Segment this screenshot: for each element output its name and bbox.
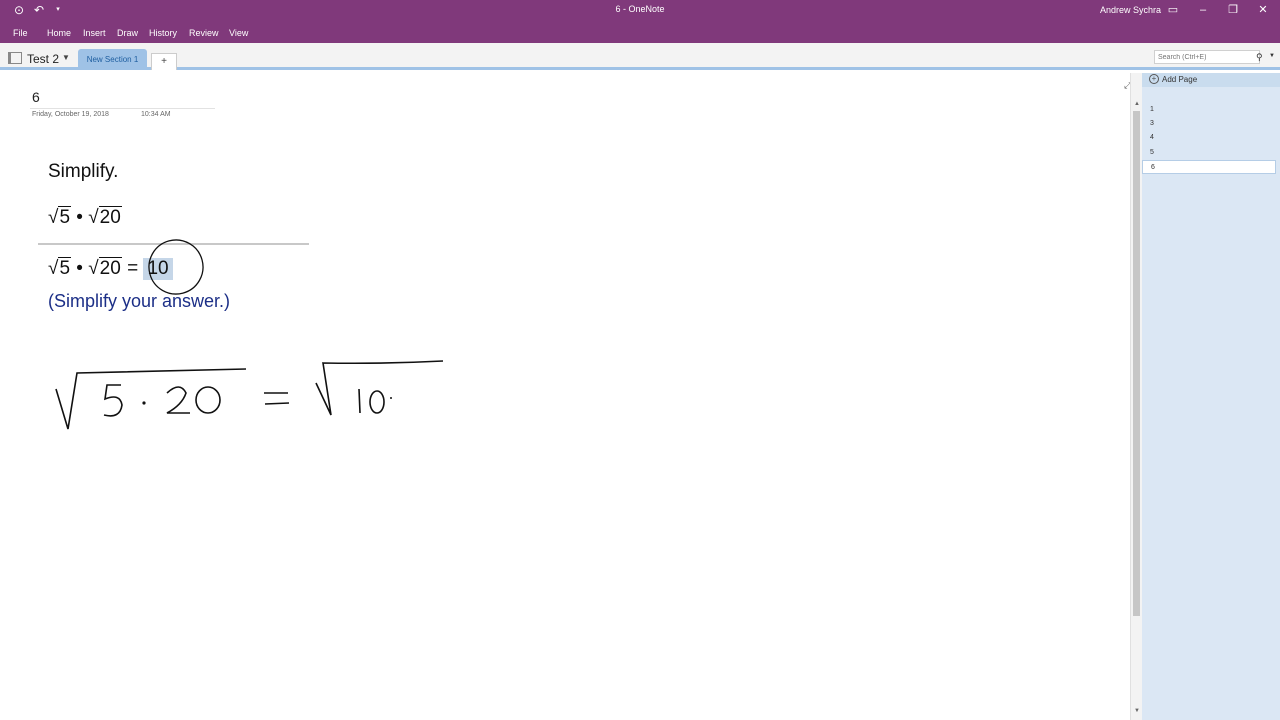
search-input[interactable] [1154, 50, 1260, 64]
restore-button[interactable]: ❐ [1218, 0, 1248, 21]
ink-radical-right [315, 360, 444, 416]
search-scope-chevron-icon[interactable]: ▼ [1269, 53, 1275, 59]
minimize-button[interactable]: – [1188, 0, 1218, 21]
page-item-3[interactable]: 3 [1142, 117, 1276, 131]
ink-digit-1 [358, 388, 361, 414]
search-icon[interactable]: ⚲ [1256, 52, 1263, 63]
page-item-5[interactable]: 5 [1142, 146, 1276, 160]
ribbon-display-options-icon[interactable]: ▭ [1158, 0, 1188, 21]
ink-equals-bottom [264, 402, 290, 405]
tab-review[interactable]: Review [189, 28, 219, 38]
plus-circle-icon: + [1149, 74, 1159, 84]
add-page-button[interactable]: + Add Page [1142, 73, 1280, 87]
notebook-name[interactable]: Test 2 [27, 52, 59, 66]
tab-draw[interactable]: Draw [117, 28, 138, 38]
page-item-4[interactable]: 4 [1142, 131, 1276, 145]
ink-digit-0 [195, 386, 221, 414]
ink-digit-5 [103, 384, 123, 417]
chevron-down-icon[interactable]: ▼ [62, 53, 70, 62]
title-bar: ⊙ ↶ ▾ 6 - OneNote Andrew Sychra ▭ – ❐ ✕ [0, 0, 1280, 21]
page-item-6[interactable]: 6 [1142, 160, 1276, 174]
scroll-thumb[interactable] [1133, 111, 1140, 616]
window-title: 6 - OneNote [615, 4, 665, 14]
ink-dot [142, 401, 146, 405]
page-item-1[interactable]: 1 [1142, 103, 1276, 117]
add-section-button[interactable]: + [151, 53, 177, 70]
ribbon-tabs: File Home Insert Draw History Review Vie… [0, 21, 1280, 43]
ink-digit-2 [166, 386, 190, 414]
ink-radical-left [55, 368, 247, 430]
tab-insert[interactable]: Insert [83, 28, 106, 38]
page-canvas[interactable]: 6 Friday, October 19, 2018 10:34 AM ⤢ Si… [0, 73, 1131, 720]
tab-view[interactable]: View [229, 28, 248, 38]
tab-file[interactable]: File [13, 28, 28, 38]
tab-history[interactable]: History [149, 28, 177, 38]
user-name[interactable]: Andrew Sychra [1100, 5, 1161, 15]
notebook-bar: Test 2 ▼ New Section 1 + ⚲ ▼ [0, 43, 1280, 70]
pages-pane: + Add Page 1 3 4 5 6 [1142, 73, 1280, 720]
ink-dot-right [390, 397, 392, 399]
tab-home[interactable]: Home [47, 28, 71, 38]
ink-answer-circle [148, 239, 204, 295]
ink-drawing[interactable] [0, 73, 1130, 473]
page-scrollbar[interactable]: ▲ ▼ [1130, 73, 1142, 720]
section-tab-new-section-1[interactable]: New Section 1 [78, 49, 147, 70]
notebook-icon[interactable] [8, 52, 22, 64]
close-button[interactable]: ✕ [1248, 0, 1278, 21]
ink-digit-0-right [369, 390, 385, 414]
